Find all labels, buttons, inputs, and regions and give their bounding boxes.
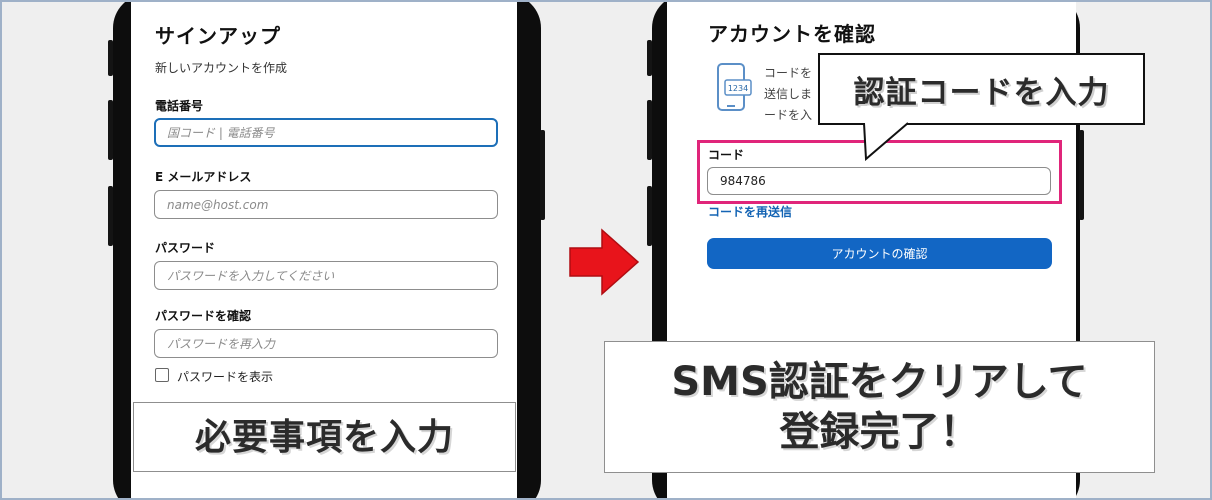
show-password-label: パスワードを表示 — [177, 370, 274, 384]
smartphone-code-icon: 1234 — [717, 63, 752, 111]
signup-subtitle: 新しいアカウントを作成 — [155, 61, 288, 75]
verify-message: コードを 送信しま ードを入 — [764, 63, 812, 126]
callout-text: 認証コードを入力 — [853, 74, 1110, 111]
confirm-password-label: パスワードを確認 — [155, 309, 252, 323]
caption-left: 必要事項を入力 — [133, 402, 516, 472]
code-input[interactable] — [707, 167, 1051, 195]
code-label: コード — [708, 148, 745, 162]
phone-side-button — [108, 186, 113, 246]
caption-right-line: 登録完了！ — [779, 409, 980, 455]
phone-input[interactable] — [154, 118, 498, 147]
callout-bubble: 認証コードを入力 — [818, 53, 1145, 125]
icon-digits: 1234 — [728, 84, 748, 93]
phone-label: 電話番号 — [155, 99, 204, 113]
verify-title: アカウントを確認 — [708, 22, 876, 46]
phone-side-button — [108, 40, 113, 76]
phone-side-button — [647, 100, 652, 160]
resend-code-link[interactable]: コードを再送信 — [708, 203, 792, 220]
password-input[interactable] — [154, 261, 498, 290]
verify-message-line: コードを — [764, 66, 813, 80]
phone-side-button — [647, 40, 652, 76]
signup-title: サインアップ — [155, 24, 281, 48]
caption-left-text: 必要事項を入力 — [194, 416, 454, 458]
phone-side-button — [540, 130, 545, 220]
show-password-checkbox[interactable] — [155, 368, 169, 382]
confirm-password-input[interactable] — [154, 329, 498, 358]
phone-side-button — [108, 100, 113, 160]
verify-message-line: 送信しま — [764, 87, 813, 101]
right-arrow-icon — [569, 228, 640, 296]
caption-right: SMS認証をクリアして 登録完了！ — [604, 341, 1155, 473]
callout-tail — [863, 122, 909, 161]
verify-message-line: ードを入 — [764, 108, 813, 122]
caption-right-text: SMS認証をクリアして 登録完了！ — [671, 357, 1087, 457]
confirm-account-button[interactable]: アカウントの確認 — [707, 238, 1052, 269]
password-label: パスワード — [155, 241, 216, 255]
phone-side-button — [647, 186, 652, 246]
email-label: E メールアドレス — [155, 170, 252, 184]
email-input[interactable] — [154, 190, 498, 219]
caption-right-line: SMS認証をクリアして — [671, 359, 1088, 405]
phone-side-button — [1079, 130, 1084, 220]
